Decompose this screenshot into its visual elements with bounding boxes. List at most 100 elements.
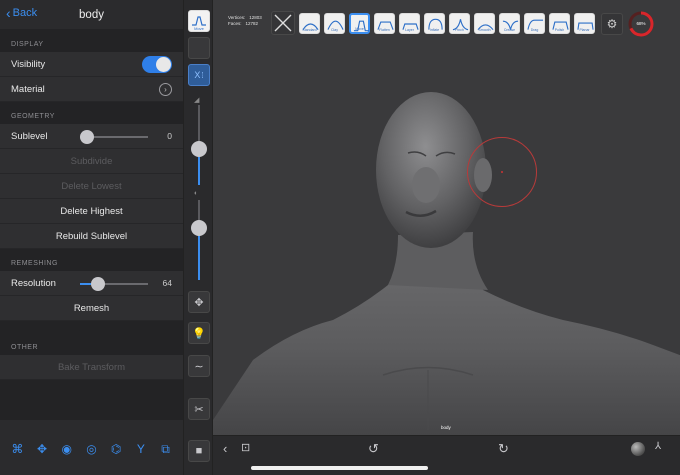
resolution-label: Resolution [11,277,56,289]
panel-header: ‹ Back body [0,0,183,30]
resolution-slider-knob[interactable] [91,277,105,291]
resolution-slider[interactable] [80,277,148,291]
visibility-row: Visibility [0,52,183,77]
lighting-button[interactable]: 💡 [188,322,210,344]
scene-icon[interactable]: ⌘ [10,442,24,456]
redo-icon[interactable]: ↻ [498,441,509,457]
brush-strip: Standard Clay Move Flatten Layer Inflate Pinch… [271,11,641,37]
brush-smooth[interactable]: Smooth [474,13,495,34]
brush-inflate[interactable]: Inflate [424,13,445,34]
brush-vertical-toolbar: Move X ⁞ ◢ ◐ ✥ 💡 ∼ ✂ ■ [183,0,213,475]
brush-move[interactable]: Move [349,13,370,34]
pinch-brush-icon [452,19,469,31]
resolution-value: 64 [162,278,172,288]
sublevel-label: Sublevel [11,130,48,142]
object-label: body [441,425,451,430]
bake-transform-label: Bake Transform [57,361,126,373]
lightbulb-icon: 💡 [192,327,206,340]
bake-transform-button[interactable]: Bake Transform [0,355,183,380]
radius-slider-knob[interactable] [191,141,207,157]
section-display: DISPLAY [0,30,183,52]
tool-toggle-button[interactable] [271,11,295,35]
smooth-brush-icon [477,24,494,31]
camera-eye-icon[interactable]: ◉ [60,442,74,456]
section-other: OTHER [0,321,183,355]
video-camera-icon: ■ [195,445,203,457]
sculpt-viewport[interactable]: Vertices: 12803 Faces: 12782 Standard Clay M… [213,0,680,435]
current-brush-button[interactable]: Move [188,10,210,32]
crossed-tools-icon [274,14,292,32]
brush-clay[interactable]: Clay [324,13,345,34]
brush-layer[interactable]: Layer [399,13,420,34]
brush-standard[interactable]: Standard [299,13,320,34]
symmetry-divider-icon: ⁞ [201,70,204,80]
transform-button[interactable]: ✥ [188,291,210,313]
brush-polish[interactable]: Polish [549,13,570,34]
delete-highest-label: Delete Highest [60,205,123,217]
brush-slot-button[interactable] [188,37,210,59]
faces-value: 12782 [245,21,259,26]
delete-highest-button[interactable]: Delete Highest [0,199,183,224]
intensity-slider[interactable] [198,200,200,280]
rebuild-sublevel-button[interactable]: Rebuild Sublevel [0,224,183,249]
symmetry-toggle[interactable]: X ⁞ [188,64,210,86]
visibility-label: Visibility [11,58,46,70]
move-brush-icon [353,20,370,32]
object-settings-panel: ‹ Back body DISPLAY Visibility Material … [0,0,183,435]
transform-icon[interactable]: ✥ [35,442,49,456]
chevron-left-icon: ‹ [6,5,11,21]
visibility-toggle[interactable] [142,55,172,73]
brush-pinch[interactable]: Pinch [449,13,470,34]
gear-icon: ⚙ [606,17,618,31]
undo-icon[interactable]: ↺ [368,441,379,457]
mesh-stats: Vertices: 12803 Faces: 12782 [228,15,262,27]
remesh-button[interactable]: Remesh [0,296,183,321]
chevron-left-icon[interactable]: ‹ [223,441,227,456]
sublevel-slider-knob[interactable] [80,130,94,144]
focus-camera-icon[interactable]: ⊡ [241,441,250,454]
mask-tools-button[interactable]: ✂ [188,398,210,420]
sublevel-row: Sublevel 0 [0,124,183,149]
brush-flatten[interactable]: Flatten [374,13,395,34]
progress-ring: 68% [627,10,655,38]
home-indicator [251,466,428,470]
axis-gizmo-icon[interactable]: ⅄ [655,441,661,452]
crease-brush-icon [502,20,519,30]
polish-brush-icon [552,21,569,30]
material-label: Material [11,83,45,95]
subdivide-button[interactable]: Subdivide [0,149,183,174]
brush-list: Standard Clay Move Flatten Layer Inflate Pinch… [299,13,595,34]
brush-planar[interactable]: Planar [574,13,595,34]
flatten-brush-icon [377,21,394,30]
symmetry-x-label: X [194,70,201,80]
camera-button[interactable]: ■ [188,440,210,462]
faces-label: Faces: [228,21,242,26]
delete-lowest-label: Delete Lowest [61,180,122,192]
section-remeshing: REMESHING [0,249,183,271]
resolution-row: Resolution 64 [0,271,183,296]
remesh-label: Remesh [73,302,110,314]
brush-drag[interactable]: Drag [524,13,545,34]
brush-crease[interactable]: Crease [499,13,520,34]
subdivide-label: Subdivide [70,155,113,167]
export-icon[interactable]: ⧉ [159,442,173,456]
intensity-slider-knob[interactable] [191,220,207,236]
inflate-brush-icon [428,18,443,30]
topology-icon[interactable]: ⌬ [109,442,123,456]
material-row[interactable]: Material › [0,77,183,102]
brush-settings-icon[interactable]: ◎ [84,442,98,456]
delete-lowest-button[interactable]: Delete Lowest [0,174,183,199]
sublevel-slider[interactable] [80,130,148,144]
sculpt-model [213,92,680,435]
progress-label: 68% [636,21,646,26]
standard-brush-icon [302,23,319,30]
back-button[interactable]: ‹ Back [6,6,37,20]
stroke-curve-icon: ∼ [194,360,204,373]
matcap-sphere-icon[interactable] [631,442,645,456]
symmetry-icon[interactable]: Y [134,442,148,456]
brush-options-button[interactable]: ⚙ [601,13,623,35]
stroke-button[interactable]: ∼ [188,355,210,377]
section-geometry: GEOMETRY [0,102,183,124]
planar-brush-icon [577,22,594,30]
chevron-right-icon[interactable]: › [159,82,172,96]
